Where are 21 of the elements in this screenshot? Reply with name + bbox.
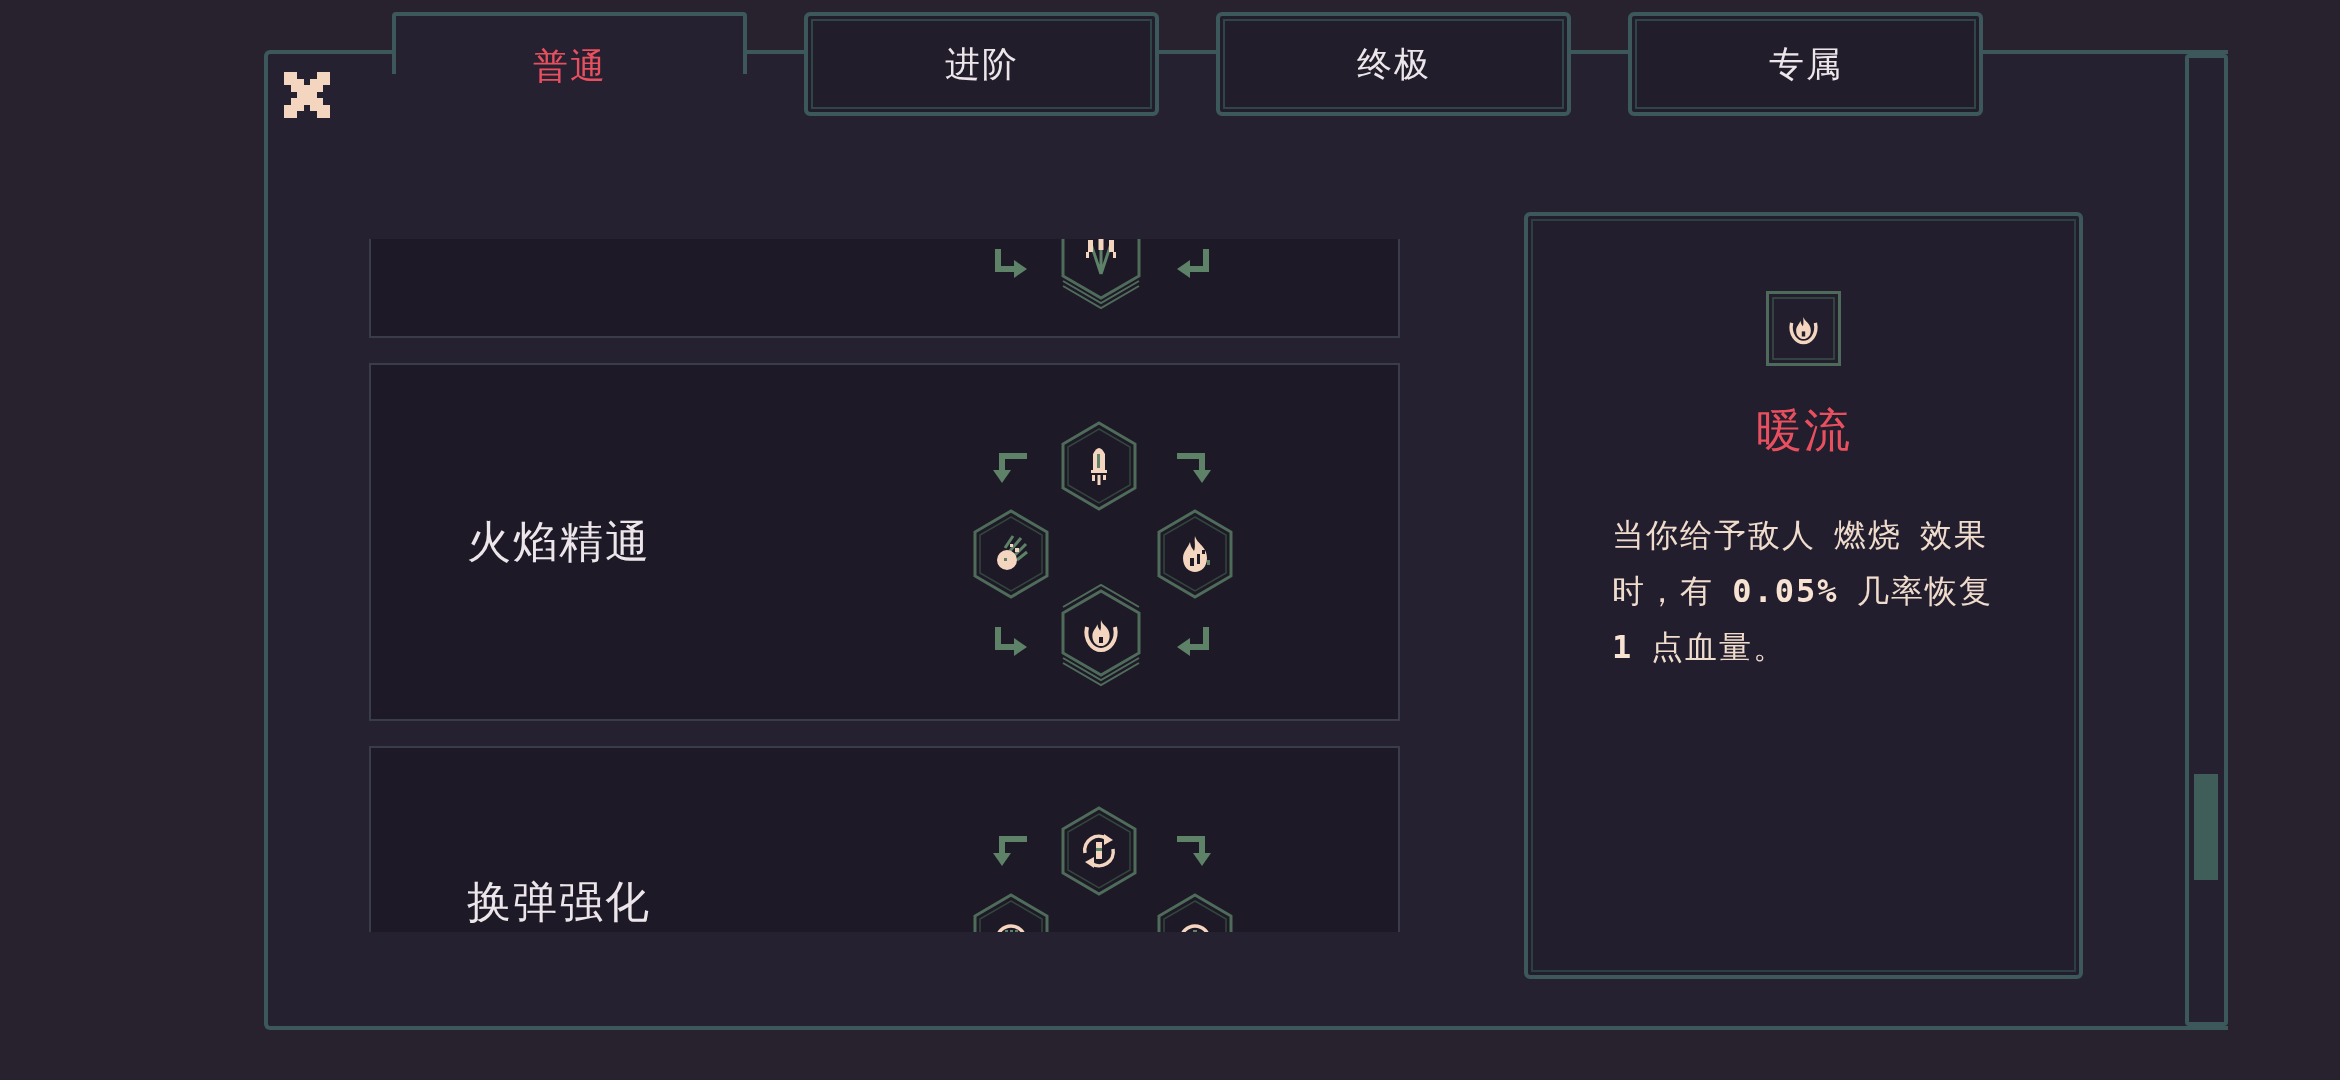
- flame-icon: [1766, 291, 1841, 366]
- skill-group-title: 火焰精通: [467, 516, 651, 568]
- skill-description: 当你给予敌人 燃烧 效果时，有 0.05% 几率恢复 1 点血量。: [1612, 515, 1994, 668]
- arrow-icon: [990, 835, 1029, 868]
- close-button[interactable]: [284, 72, 330, 118]
- close-icon: [284, 72, 330, 118]
- category-tab[interactable]: 终极: [1216, 12, 1571, 116]
- hexagon-icon[interactable]: [1156, 892, 1234, 932]
- fireball-icon[interactable]: [972, 508, 1050, 600]
- arrow-icon: [1175, 452, 1214, 485]
- flame-icon[interactable]: [1156, 508, 1234, 600]
- bullet-icon[interactable]: [1060, 420, 1138, 512]
- scrollbar-thumb[interactable]: [2194, 774, 2218, 880]
- category-tab[interactable]: 进阶: [804, 12, 1159, 116]
- hexagon-icon[interactable]: [972, 892, 1050, 932]
- skill-name: 暖流: [1755, 402, 1852, 459]
- arrow-icon: [1175, 835, 1214, 868]
- reload-icon[interactable]: [1060, 805, 1138, 897]
- arrow-icon: [990, 452, 1029, 485]
- skill-group-title: 换弹强化: [467, 876, 651, 928]
- category-tab[interactable]: 专属: [1628, 12, 1983, 116]
